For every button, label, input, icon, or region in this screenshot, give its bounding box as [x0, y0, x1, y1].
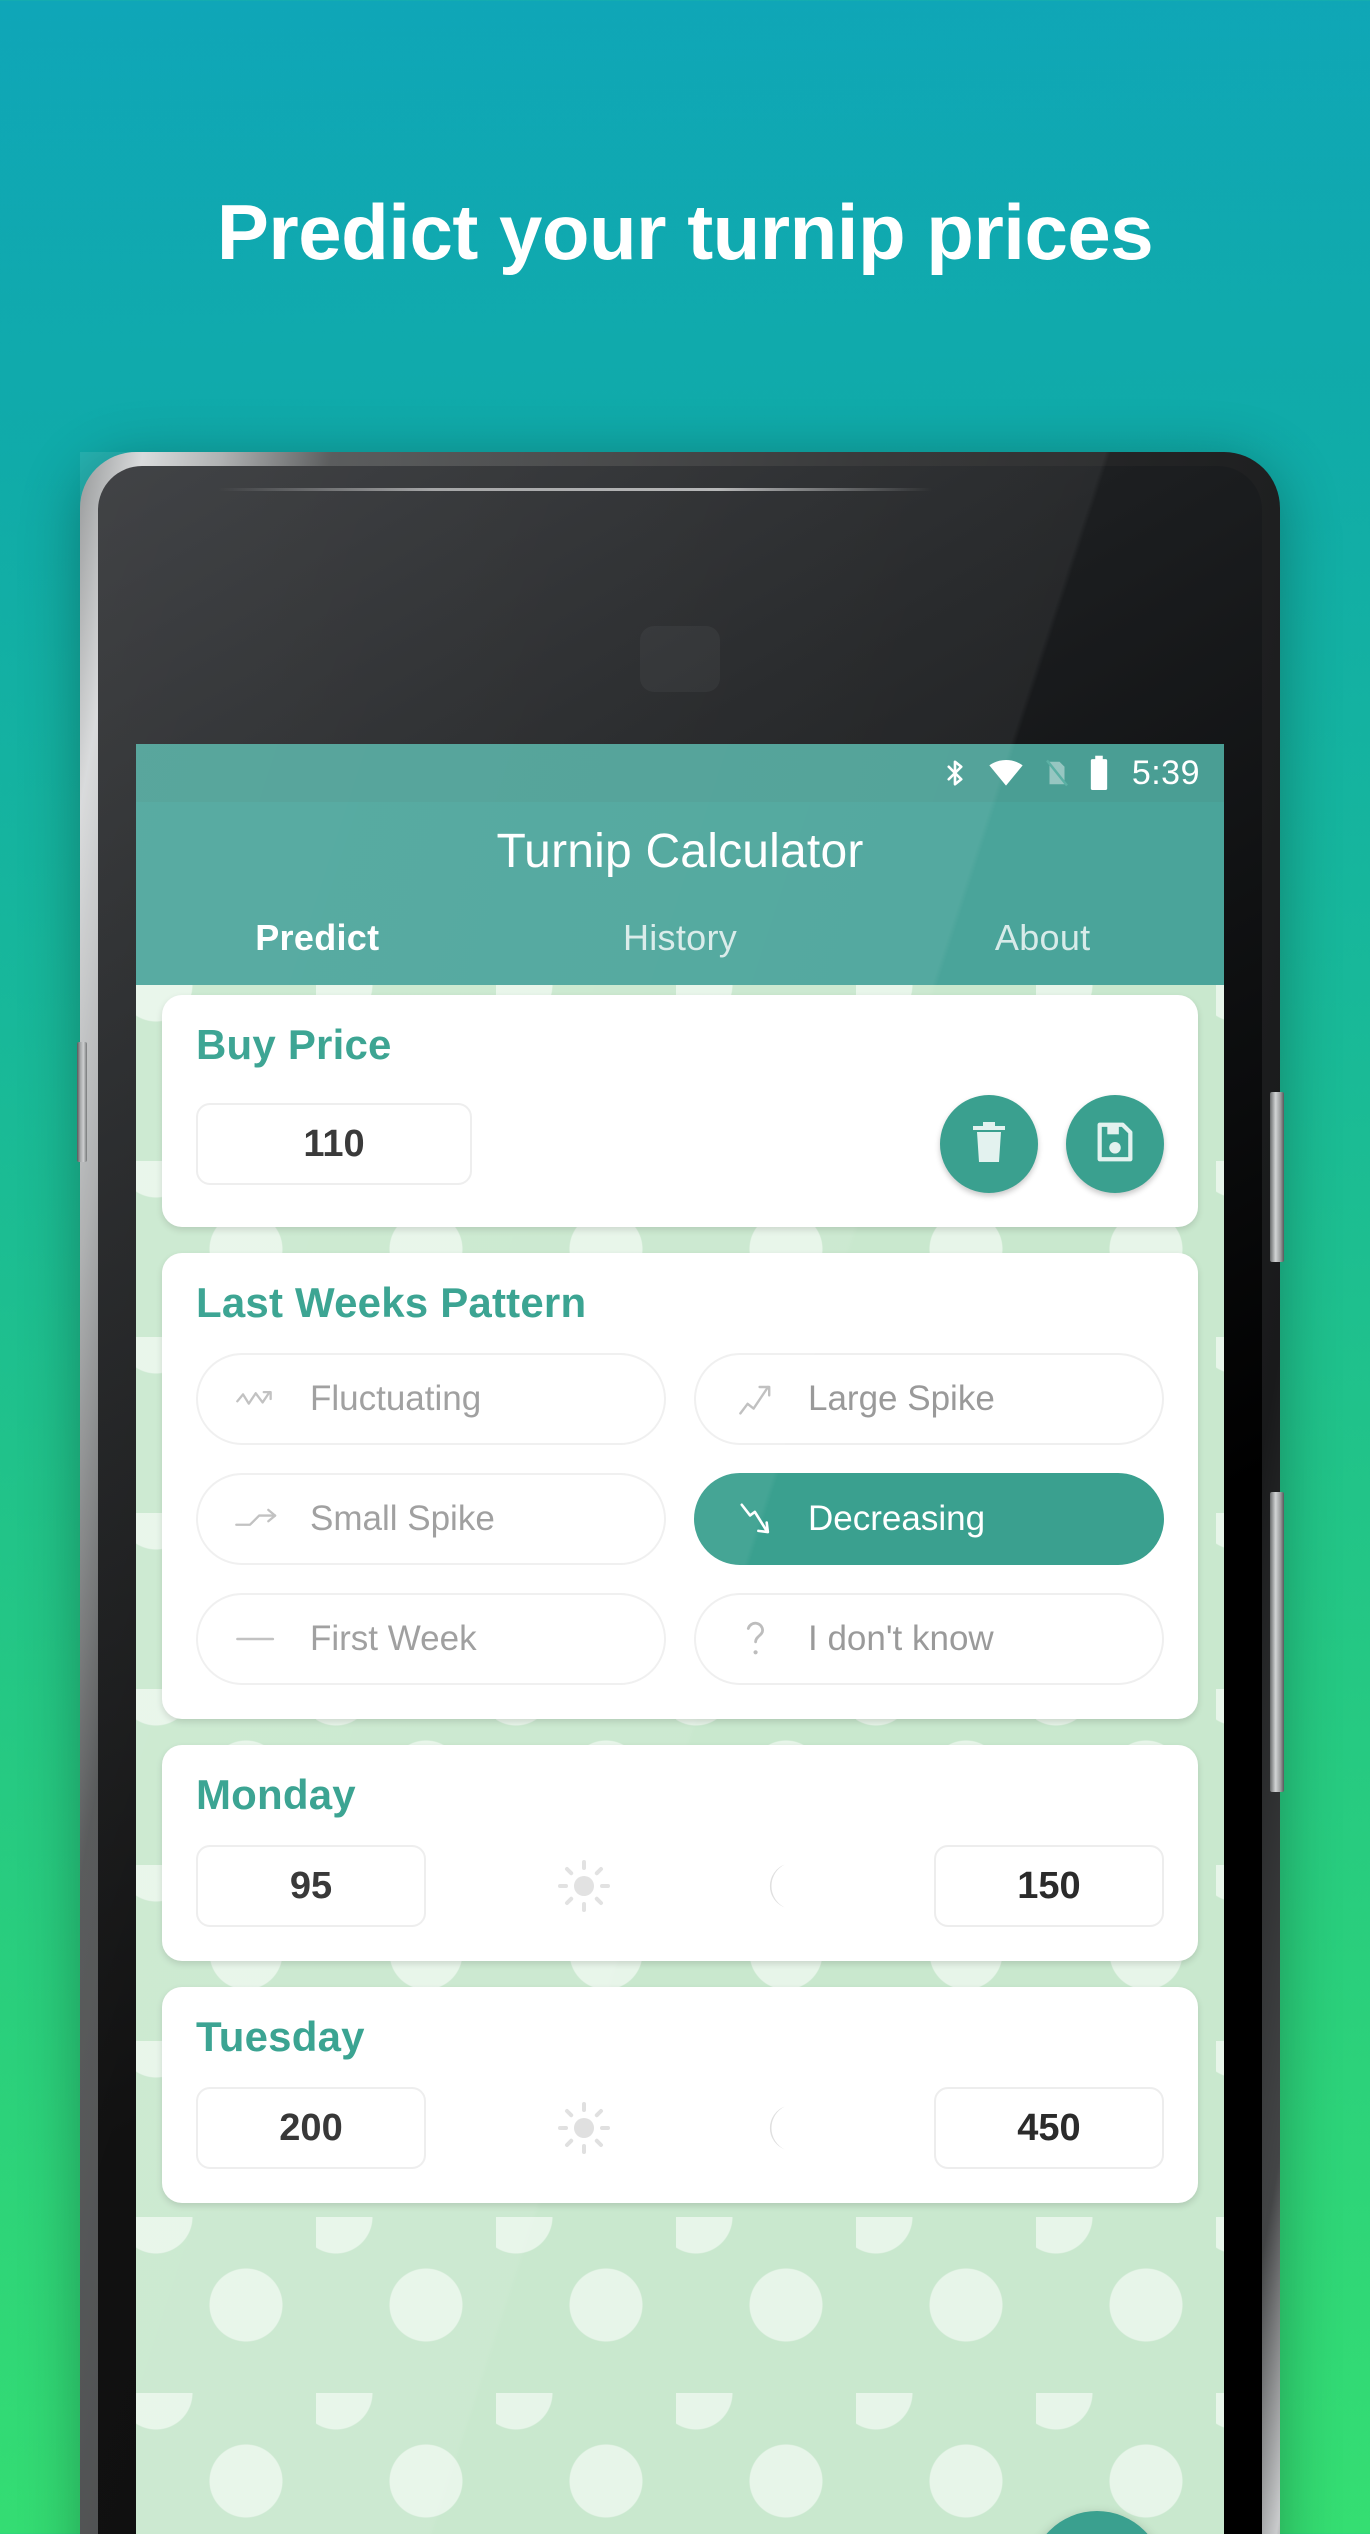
day-name-label: Monday: [196, 1771, 356, 1818]
pattern-card-label: Last Weeks Pattern: [196, 1279, 587, 1326]
moon-icon: [741, 2093, 811, 2163]
buy-price-input[interactable]: 110: [196, 1103, 472, 1185]
no-sim-icon: [1042, 754, 1072, 792]
save-button[interactable]: [1066, 1095, 1164, 1193]
tab-history[interactable]: History: [499, 917, 862, 959]
pattern-chip-label: Large Spike: [808, 1379, 995, 1418]
sun-icon: [549, 2093, 619, 2163]
monday-am-price-input[interactable]: 95: [196, 1845, 426, 1927]
pattern-chip-label: Fluctuating: [310, 1379, 482, 1418]
tab-bar: Predict History About: [136, 917, 1224, 985]
phone-bezel-highlight: [218, 488, 932, 491]
status-bar: 5:39: [136, 744, 1224, 802]
wifi-icon: [986, 754, 1026, 792]
power-button[interactable]: [1270, 1092, 1284, 1262]
pattern-chip-label: First Week: [310, 1619, 477, 1658]
last-weeks-pattern-card: Last Weeks Pattern Fluctuating Large Spi…: [162, 1253, 1198, 1719]
volume-rocker-button[interactable]: [1270, 1492, 1284, 1792]
moon-icon: [741, 1851, 811, 1921]
proximity-sensor-icon: [640, 626, 720, 692]
slight-up-arrow-icon: [232, 1499, 284, 1539]
day-card-monday: Monday 95 150: [162, 1745, 1198, 1961]
promo-headline: Predict your turnip prices: [216, 188, 1154, 276]
app-content: Buy Price 110 Last Weeks Pattern Fluctua…: [136, 985, 1224, 2534]
pattern-chip-fluctuating[interactable]: Fluctuating: [196, 1353, 666, 1445]
tab-about[interactable]: About: [861, 917, 1224, 959]
tuesday-pm-price-input[interactable]: 450: [933, 2087, 1164, 2169]
left-side-button[interactable]: [77, 1042, 87, 1162]
steep-up-arrow-icon: [730, 1379, 782, 1419]
buy-price-row: 110: [196, 1095, 1164, 1193]
sun-icon: [549, 1851, 619, 1921]
bluetooth-icon: [940, 754, 970, 792]
tab-predict[interactable]: Predict: [136, 917, 499, 959]
trash-icon: [965, 1118, 1013, 1171]
app-bar: Turnip Calculator Predict History About: [136, 802, 1224, 985]
day-name-label: Tuesday: [196, 2013, 365, 2060]
pattern-chip-decreasing[interactable]: Decreasing: [694, 1473, 1164, 1565]
pattern-chip-label: Small Spike: [310, 1499, 495, 1538]
monday-pm-price-input[interactable]: 150: [933, 1845, 1164, 1927]
battery-icon: [1088, 754, 1110, 792]
pattern-chip-label: Decreasing: [808, 1499, 986, 1538]
pattern-chip-label: I don't know: [808, 1619, 994, 1658]
floppy-disk-icon: [1092, 1119, 1138, 1170]
day-price-row: 95 150: [196, 1845, 1164, 1927]
pattern-chip-large-spike[interactable]: Large Spike: [694, 1353, 1164, 1445]
pattern-chip-i-dont-know[interactable]: I don't know: [694, 1593, 1164, 1685]
flat-line-icon: [232, 1619, 284, 1659]
down-arrow-icon: [730, 1499, 782, 1539]
app-title: Turnip Calculator: [496, 825, 864, 878]
day-price-row: 200 450: [196, 2087, 1164, 2169]
question-mark-icon: [730, 1619, 782, 1659]
pattern-options: Fluctuating Large Spike Small Spike Decr…: [196, 1353, 1164, 1685]
buy-price-label: Buy Price: [196, 1021, 392, 1068]
next-button[interactable]: [1030, 2511, 1164, 2534]
wavy-line-icon: [232, 1379, 284, 1419]
delete-button[interactable]: [940, 1095, 1038, 1193]
day-card-tuesday: Tuesday 200 450: [162, 1987, 1198, 2203]
pattern-chip-first-week[interactable]: First Week: [196, 1593, 666, 1685]
buy-price-actions: [940, 1095, 1164, 1193]
app-screen: 5:39 Turnip Calculator Predict History A…: [136, 744, 1224, 2534]
buy-price-card: Buy Price 110: [162, 995, 1198, 1227]
pattern-chip-small-spike[interactable]: Small Spike: [196, 1473, 666, 1565]
tuesday-am-price-input[interactable]: 200: [196, 2087, 426, 2169]
status-bar-clock: 5:39: [1131, 753, 1200, 792]
